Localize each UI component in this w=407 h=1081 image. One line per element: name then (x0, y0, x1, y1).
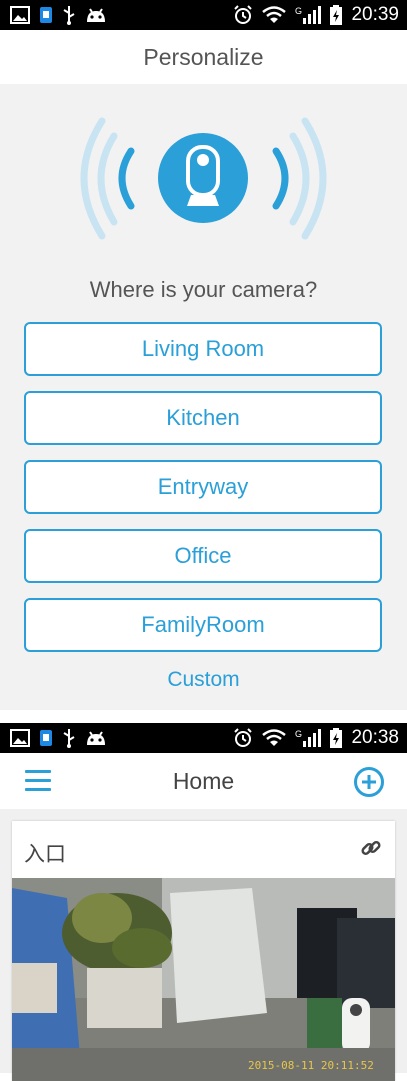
link-icon[interactable] (359, 836, 383, 860)
option-family-room[interactable]: FamilyRoom (24, 598, 382, 652)
option-living-room[interactable]: Living Room (24, 322, 382, 376)
page-title: Personalize (143, 43, 264, 70)
camera-location-prompt: Where is your camera? (89, 277, 318, 302)
camera-timestamp: 2015-08-11 20:11:52 (248, 1059, 374, 1072)
camera-card[interactable]: 入口 2015-08-11 20:11:52 (12, 821, 395, 1081)
usb-icon (63, 729, 75, 748)
option-office[interactable]: Office (24, 529, 382, 583)
usb-icon (63, 6, 75, 25)
camera-preview-image (12, 878, 395, 1081)
status-bar-2: G 20:38 (0, 723, 407, 753)
status-time: 20:39 (351, 4, 399, 25)
alarm-icon (234, 5, 253, 24)
svg-text:G: G (295, 729, 302, 739)
custom-button[interactable]: Custom (0, 668, 407, 692)
camera-icon (158, 133, 248, 223)
status-time: 20:38 (351, 727, 399, 748)
camera-signal-graphic (80, 117, 327, 240)
camera-name: 入口 (24, 842, 66, 866)
wifi-icon (262, 6, 287, 23)
option-kitchen[interactable]: Kitchen (24, 391, 382, 445)
wifi-icon (262, 729, 287, 746)
android-icon (87, 731, 105, 745)
status-bar: G 20:39 (0, 0, 407, 30)
alarm-icon (234, 728, 253, 747)
svg-text:G: G (295, 6, 302, 16)
gallery-icon (10, 729, 30, 747)
battery-icon (330, 5, 343, 25)
camera-preview[interactable]: 2015-08-11 20:11:52 (12, 878, 395, 1081)
home-title: Home (172, 768, 235, 794)
sim-icon (40, 730, 52, 746)
battery-icon (330, 728, 343, 748)
screen-divider (0, 710, 407, 723)
sim-icon (40, 7, 52, 23)
gallery-icon (10, 6, 30, 24)
signal-icon: G (295, 729, 322, 747)
option-entryway[interactable]: Entryway (24, 460, 382, 514)
camera-feed-list: 入口 2015-08-11 20:11:52 (0, 809, 407, 1081)
header: Personalize (0, 30, 407, 84)
android-icon (87, 8, 105, 22)
signal-icon: G (295, 6, 322, 24)
home-header: Home (0, 753, 407, 809)
add-icon[interactable] (353, 766, 385, 798)
